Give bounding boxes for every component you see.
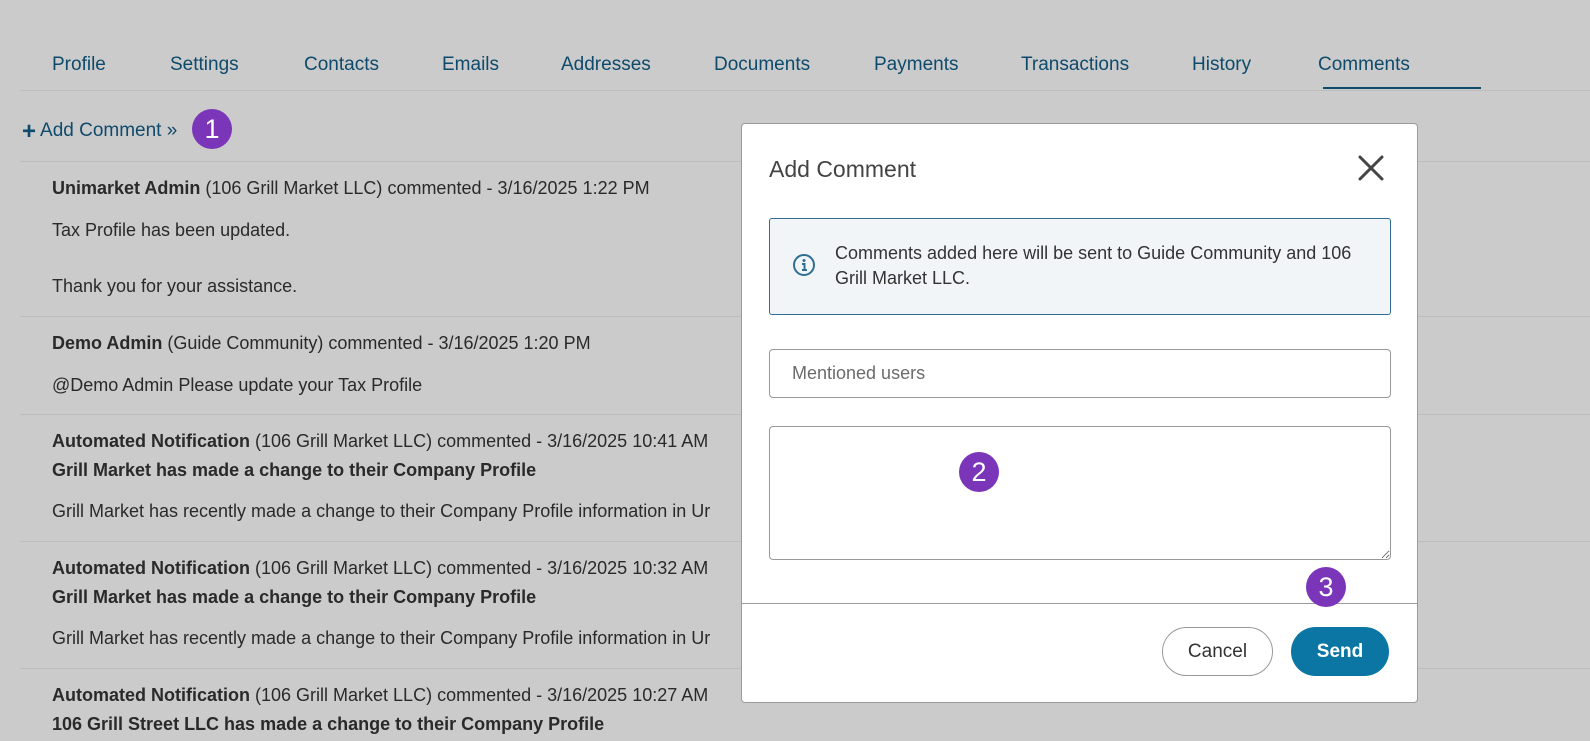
info-icon	[792, 253, 816, 277]
comment-textarea[interactable]	[769, 426, 1391, 560]
comment-author: Automated Notification	[52, 558, 250, 578]
comment-meta: commented - 3/16/2025 10:32 AM	[437, 558, 709, 578]
comment-subject: Grill Market has made a change to their …	[52, 587, 537, 607]
comment-org: (106 Grill Market LLC)	[255, 558, 433, 578]
comment-org: (106 Grill Market LLC)	[255, 685, 433, 705]
step-marker-1: 1	[192, 109, 232, 149]
plus-icon: +	[22, 117, 37, 145]
tab-comments[interactable]: Comments	[1318, 54, 1410, 76]
tab-documents[interactable]: Documents	[714, 54, 810, 76]
comment-org: (106 Grill Market LLC)	[205, 178, 383, 198]
tab-history[interactable]: History	[1192, 54, 1251, 76]
modal-title: Add Comment	[769, 156, 917, 182]
tab-settings[interactable]: Settings	[170, 54, 239, 76]
send-button[interactable]: Send	[1291, 627, 1389, 676]
tab-addresses[interactable]: Addresses	[561, 54, 651, 76]
tab-profile[interactable]: Profile	[52, 54, 106, 76]
tab-emails[interactable]: Emails	[442, 54, 499, 76]
comment-header: Automated Notification (106 Grill Market…	[52, 558, 708, 579]
comment-body: Grill Market has recently made a change …	[52, 628, 711, 648]
add-comment-link[interactable]: + Add Comment »	[22, 117, 178, 145]
close-icon[interactable]	[1357, 154, 1385, 182]
info-text: Comments added here will be sent to Guid…	[835, 243, 1352, 288]
comment-header: Automated Notification (106 Grill Market…	[52, 685, 708, 706]
comment-header: Demo Admin (Guide Community) commented -…	[52, 333, 591, 354]
comment-author: Automated Notification	[52, 685, 250, 705]
comment-body: @Demo Admin Please update your Tax Profi…	[52, 375, 423, 395]
comment-author: Demo Admin	[52, 333, 163, 353]
comment-meta: commented - 3/16/2025 1:20 PM	[328, 333, 591, 353]
comment-header: Unimarket Admin (106 Grill Market LLC) c…	[52, 178, 650, 199]
step-marker-2: 2	[959, 452, 999, 492]
add-comment-label: Add Comment »	[40, 120, 178, 141]
comment-author: Unimarket Admin	[52, 178, 201, 198]
comment-org: (106 Grill Market LLC)	[255, 431, 433, 451]
step-marker-3: 3	[1306, 567, 1346, 607]
tab-contacts[interactable]: Contacts	[304, 54, 379, 76]
comment-body: Tax Profile has been updated.	[52, 220, 291, 240]
comment-subject: 106 Grill Street LLC has made a change t…	[52, 714, 605, 734]
comment-meta: commented - 3/16/2025 10:41 AM	[437, 431, 709, 451]
comment-meta: commented - 3/16/2025 1:22 PM	[387, 178, 650, 198]
cancel-button[interactable]: Cancel	[1162, 627, 1273, 676]
comment-org: (Guide Community)	[167, 333, 324, 353]
comment-meta: commented - 3/16/2025 10:27 AM	[437, 685, 709, 705]
tab-payments[interactable]: Payments	[874, 54, 958, 76]
comment-subject: Grill Market has made a change to their …	[52, 460, 537, 480]
comment-header: Automated Notification (106 Grill Market…	[52, 431, 708, 452]
tab-transactions[interactable]: Transactions	[1021, 54, 1129, 76]
tab-bar: Profile Settings Contacts Emails Address…	[20, 0, 1590, 91]
comment-body: Grill Market has recently made a change …	[52, 501, 711, 521]
comment-body: Thank you for your assistance.	[52, 276, 298, 296]
mentioned-users-input[interactable]	[769, 349, 1391, 398]
active-tab-indicator	[1323, 87, 1481, 89]
info-banner: Comments added here will be sent to Guid…	[769, 218, 1391, 315]
comment-author: Automated Notification	[52, 431, 250, 451]
add-comment-modal: Add Comment Comments added here will be …	[741, 123, 1418, 703]
